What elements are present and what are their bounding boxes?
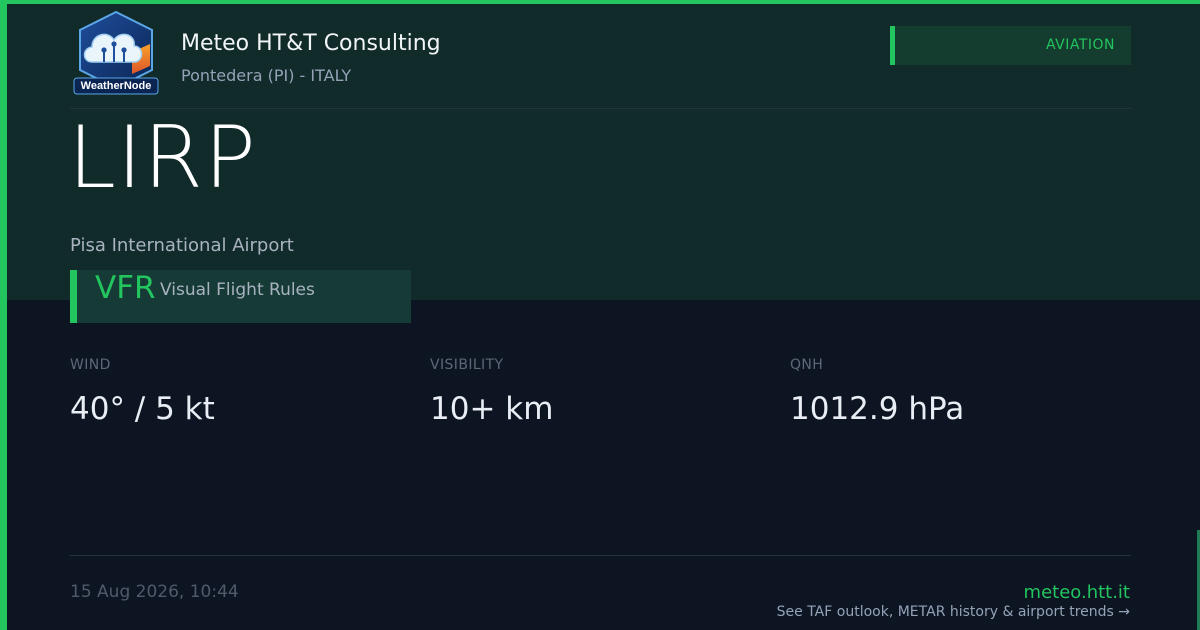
site-link[interactable]: meteo.htt.it <box>1024 582 1130 603</box>
airport-name: Pisa International Airport <box>70 235 294 256</box>
org-location: Pontedera (PI) - ITALY <box>181 66 352 85</box>
category-badge-label: AVIATION <box>1045 37 1115 53</box>
weathernode-logo: WeatherNode <box>70 10 162 98</box>
footer-divider <box>70 555 1131 556</box>
qnh-label: QNH <box>790 357 824 373</box>
category-badge: AVIATION <box>890 26 1131 65</box>
qnh-value: 1012.9 hPa <box>790 391 965 427</box>
observation-timestamp: 15 Aug 2026, 10:44 <box>70 582 239 602</box>
frame-left-border <box>0 0 7 630</box>
frame-top-border <box>0 0 1200 4</box>
flight-rules-description: Visual Flight Rules <box>160 280 315 300</box>
wind-label: WIND <box>70 357 111 373</box>
flight-rules-badge: VFR Visual Flight Rules <box>70 270 411 323</box>
more-info-link[interactable]: See TAF outlook, METAR history & airport… <box>777 604 1130 620</box>
org-name: Meteo HT&T Consulting <box>181 31 441 56</box>
visibility-label: VISIBILITY <box>430 357 504 373</box>
flight-rules-code: VFR <box>95 270 156 306</box>
wind-value: 40° / 5 kt <box>70 391 215 427</box>
visibility-value: 10+ km <box>430 391 554 427</box>
logo-wordmark: WeatherNode <box>80 80 152 92</box>
station-icao-code: LIRP <box>68 108 257 208</box>
